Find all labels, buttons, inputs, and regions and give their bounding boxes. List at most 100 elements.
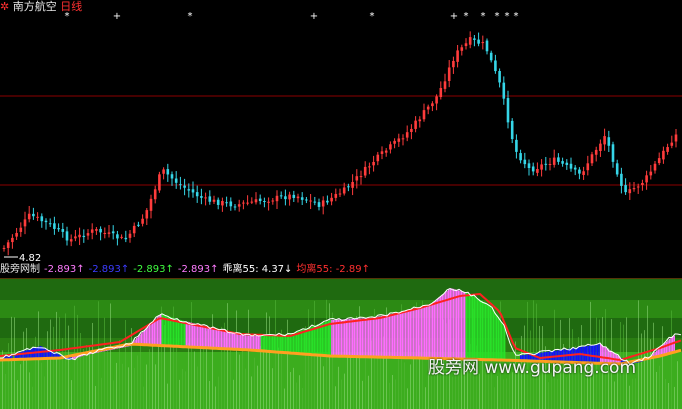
histogram-bar [488,304,490,360]
indicator-stripe [194,351,195,409]
stock-icon[interactable]: ✲ [0,0,9,13]
histogram-bar [387,314,389,358]
indicator-stripe [362,380,363,409]
histogram-bar [462,291,464,360]
histogram-bar [369,318,371,357]
indicator-stripe [92,322,93,409]
indicator-stripe [143,386,144,409]
candle [536,169,539,173]
histogram-bar [323,322,325,356]
chart-stage: * + * + * + * * * * * 4.82 [0,0,682,409]
histogram-bar [272,334,274,352]
period-label[interactable]: 日线 [60,0,82,13]
candle [229,201,233,207]
candle [128,233,132,238]
candle [670,142,674,146]
histogram-bar [403,311,405,358]
histogram-bar [204,326,207,348]
indicator-stripe [146,364,147,409]
histogram-bar [456,289,458,359]
histogram-bar [353,318,355,357]
indicator-stripe [452,376,453,409]
indicator-stripe [650,339,651,409]
histogram-bar [467,293,469,360]
histogram-bar [472,295,474,360]
indicator-stripe [104,317,105,409]
candle [120,236,123,238]
histogram-bar [454,289,456,359]
candle [662,150,665,160]
histogram-bar [478,299,480,360]
indicator-stripe [404,362,405,409]
histogram-bar [147,326,149,345]
indicator-stripe [284,388,285,409]
candle [195,192,199,197]
candle [674,134,678,142]
histogram-bar [337,319,339,357]
indicator-stripe [95,385,96,409]
candle [557,157,560,162]
histogram-bar [200,325,202,348]
indicator-stripe [503,379,504,409]
histogram-bar [214,328,216,349]
candle [645,175,648,183]
candle [225,202,228,204]
indicator-stripe [209,380,210,409]
histogram-bar [312,326,314,355]
histogram-bar [284,334,287,353]
indicator-stripe [77,314,78,409]
indicator-stripe [11,316,12,409]
indicator-stripe [254,357,255,409]
histogram-bar [390,313,392,358]
price-chart[interactable]: * + * + * + * * * * *4.82 [0,0,682,262]
histogram-bar [491,307,493,360]
candle [641,182,644,186]
histogram-bar [392,313,394,358]
histogram-bar [304,329,306,355]
candle [359,176,363,178]
histogram-bar [232,332,234,350]
histogram-bar [228,331,231,349]
indicator-stripe [65,313,66,409]
indicator-stripe [242,347,243,409]
indicator-stripe [566,377,567,409]
histogram-bar [345,319,347,357]
candle [267,201,270,203]
indicator-stripe [59,317,60,409]
candle [11,237,14,243]
indicator-stripe [149,349,150,409]
indicator-stripe [269,316,270,409]
histogram-bar [302,329,304,354]
histogram-bar [438,297,440,359]
indicator-legend-item: 均离55: -2.89↑ [296,264,370,275]
histogram-bar [435,299,437,359]
histogram-bar [265,335,267,352]
indicator-stripe [32,386,33,409]
candle [590,154,594,164]
histogram-bar [236,333,239,350]
candle [347,186,350,188]
candle [145,210,149,219]
candle [61,229,65,232]
candle [443,81,447,89]
candle [90,229,94,233]
indicator-stripe [674,386,675,409]
candle [288,194,291,200]
indicator-stripe [341,379,342,409]
candle [435,96,438,104]
candle [258,198,262,202]
candle [208,196,212,202]
indicator-stripe [245,368,246,409]
histogram-bar [486,303,488,360]
histogram-bar [300,330,303,354]
histogram-bar [483,301,485,360]
indicator-panel[interactable] [0,278,682,409]
indicator-stripe [125,319,126,409]
candle [103,233,107,235]
indicator-stripe [614,381,615,409]
candle [124,237,128,240]
signal-marker: * [464,11,469,22]
histogram-bar [281,334,283,353]
histogram-bar [422,306,424,359]
candle [44,220,48,223]
